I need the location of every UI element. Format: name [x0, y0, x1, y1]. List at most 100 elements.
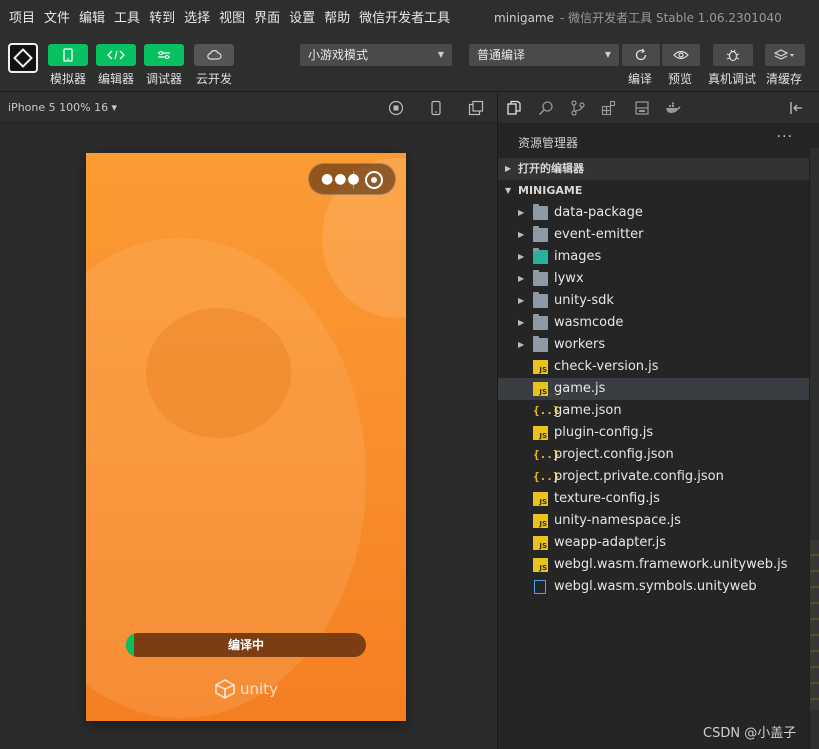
folder-icon: [533, 226, 548, 242]
file-item[interactable]: webgl.wasm.symbols.unityweb: [498, 576, 810, 598]
file-item-selected[interactable]: JS game.js: [498, 378, 810, 400]
chevron-right-icon: ▶: [518, 252, 525, 261]
cloud-icon: [207, 50, 222, 60]
folder-item[interactable]: ▶ event-emitter: [498, 224, 810, 246]
js-file-icon: JS: [533, 558, 548, 572]
explorer-title: 资源管理器: [518, 136, 579, 150]
file-name: game.json: [554, 403, 622, 418]
cloud-button[interactable]: [194, 44, 234, 66]
source-control-icon[interactable]: [570, 100, 586, 116]
editor-edge-marks: [810, 540, 819, 710]
file-item[interactable]: JS weapp-adapter.js: [498, 532, 810, 554]
storage-icon[interactable]: [634, 100, 650, 116]
files-icon[interactable]: [506, 100, 522, 116]
window-app-name: minigame: [494, 11, 555, 25]
background-circle-inner: [146, 308, 291, 438]
menu-bar: 项目 文件 编辑 工具 转到 选择 视图 界面 设置 帮助 微信开发者工具 mi…: [0, 0, 819, 32]
folder-icon: [533, 204, 548, 220]
app-logo-icon: [8, 43, 38, 73]
compile-button[interactable]: [622, 44, 660, 66]
window-title-text: - 微信开发者工具 Stable 1.06.2301040: [560, 11, 782, 25]
folder-name: data-package: [554, 205, 643, 220]
js-file-icon: JS: [533, 360, 548, 374]
project-section[interactable]: ▼ MINIGAME: [498, 180, 810, 202]
file-item[interactable]: {..} project.private.config.json: [498, 466, 810, 488]
collapse-panel-icon[interactable]: [788, 100, 804, 116]
folder-item[interactable]: ▶ lywx: [498, 268, 810, 290]
record-icon[interactable]: [365, 171, 383, 189]
remote-debug-button[interactable]: [713, 44, 753, 66]
simulator-button[interactable]: [48, 44, 88, 66]
folder-name: event-emitter: [554, 227, 644, 242]
menu-tools[interactable]: 工具: [114, 7, 140, 26]
phone-icon[interactable]: [428, 100, 444, 116]
js-file-icon: JS: [533, 382, 548, 396]
progress-text: 编译中: [227, 638, 264, 652]
editor-button[interactable]: [96, 44, 136, 66]
more-actions-icon[interactable]: ···: [777, 129, 793, 145]
menu-file[interactable]: 文件: [44, 7, 70, 26]
menu-wechat-devtools[interactable]: 微信开发者工具: [359, 7, 450, 26]
stop-icon[interactable]: [388, 100, 404, 116]
phone-icon: [63, 48, 73, 62]
menu-select[interactable]: 选择: [184, 7, 210, 26]
simulator-label: 模拟器: [49, 72, 86, 86]
file-item[interactable]: {..} project.config.json: [498, 444, 810, 466]
refresh-icon: [635, 48, 647, 61]
folder-item[interactable]: ▶ data-package: [498, 202, 810, 224]
file-name: unity-namespace.js: [554, 513, 681, 528]
file-item[interactable]: {..} game.json: [498, 400, 810, 422]
editor-label: 编辑器: [97, 72, 134, 86]
mode-select[interactable]: 小游戏模式 ▼: [300, 44, 452, 66]
folder-item[interactable]: ▶ unity-sdk: [498, 290, 810, 312]
more-icon[interactable]: ●●●: [321, 172, 361, 186]
menu-settings[interactable]: 设置: [289, 7, 315, 26]
folder-name: wasmcode: [554, 315, 624, 330]
mini-program-capsule[interactable]: ●●●: [308, 163, 396, 195]
menu-edit[interactable]: 编辑: [79, 7, 105, 26]
file-item[interactable]: JS unity-namespace.js: [498, 510, 810, 532]
open-editors-section[interactable]: ▶ 打开的编辑器: [498, 158, 810, 180]
docker-icon[interactable]: [665, 100, 681, 116]
remote-debug-label: 真机调试: [708, 72, 757, 86]
search-icon[interactable]: [538, 100, 554, 116]
chevron-right-icon: ▶: [518, 208, 525, 217]
compile-select-value: 普通编译: [477, 48, 526, 62]
json-file-icon: {..}: [533, 404, 560, 417]
unity-text: unity: [240, 680, 278, 698]
preview-button[interactable]: [662, 44, 700, 66]
file-item[interactable]: JS check-version.js: [498, 356, 810, 378]
folder-icon: [533, 292, 548, 308]
device-select[interactable]: iPhone 5 100% 16 ▾: [8, 101, 117, 114]
file-item[interactable]: JS texture-config.js: [498, 488, 810, 510]
menu-interface[interactable]: 界面: [254, 7, 280, 26]
explorer-panel: 资源管理器 ··· ▶ 打开的编辑器 ▼ MINIGAME ▶ data-pac…: [497, 93, 819, 749]
file-name: project.config.json: [554, 447, 674, 462]
file-name: project.private.config.json: [554, 469, 724, 484]
popout-window-icon[interactable]: [468, 100, 484, 116]
compile-select[interactable]: 普通编译 ▼: [469, 44, 619, 66]
project-label: MINIGAME: [518, 184, 583, 197]
file-name: weapp-adapter.js: [554, 535, 666, 550]
folder-icon: [533, 314, 548, 330]
file-icon: [534, 580, 546, 594]
debugger-button[interactable]: [144, 44, 184, 66]
folder-item[interactable]: ▶ workers: [498, 334, 810, 356]
clear-cache-label: 清缓存: [766, 72, 803, 86]
file-item[interactable]: JS plugin-config.js: [498, 422, 810, 444]
folder-item[interactable]: ▶ images: [498, 246, 810, 268]
menu-view[interactable]: 视图: [219, 7, 245, 26]
menu-help[interactable]: 帮助: [324, 7, 350, 26]
menu-goto[interactable]: 转到: [149, 7, 175, 26]
extensions-icon[interactable]: [601, 100, 617, 116]
window-title: minigame - 微信开发者工具 Stable 1.06.2301040: [494, 9, 782, 26]
menu-project[interactable]: 项目: [9, 7, 35, 26]
open-editors-label: 打开的编辑器: [518, 162, 584, 175]
file-item[interactable]: JS webgl.wasm.framework.unityweb.js: [498, 554, 810, 576]
file-name: webgl.wasm.framework.unityweb.js: [554, 557, 788, 572]
clear-cache-button[interactable]: [765, 44, 805, 66]
preview-label: 预览: [668, 72, 693, 86]
phone-screen: ●●● 编译中 unity: [86, 153, 406, 721]
folder-item[interactable]: ▶ wasmcode: [498, 312, 810, 334]
chevron-right-icon: ▶: [518, 296, 525, 305]
